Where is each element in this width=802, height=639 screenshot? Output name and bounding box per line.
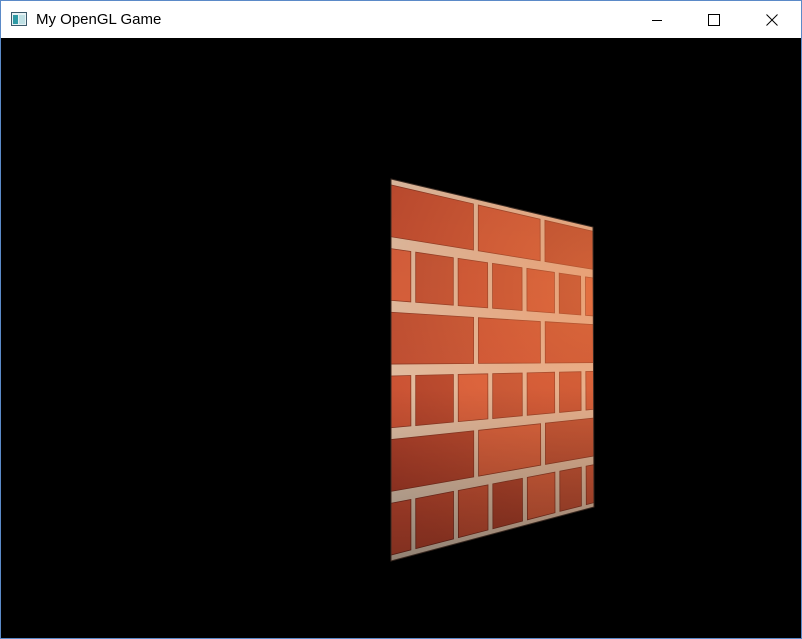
title-bar[interactable]: My OpenGL Game: [1, 1, 801, 38]
maximize-icon: [708, 13, 720, 26]
app-window: My OpenGL Game: [0, 0, 802, 639]
light-falloff: [391, 179, 594, 561]
maximize-button[interactable]: [685, 1, 743, 38]
close-icon: [766, 13, 778, 26]
opengl-viewport[interactable]: [1, 38, 801, 638]
render-scene: [390, 178, 595, 562]
minimize-icon: [652, 19, 662, 21]
minimize-button[interactable]: [628, 1, 686, 38]
close-button[interactable]: [743, 1, 801, 38]
window-title: My OpenGL Game: [36, 11, 162, 28]
brick-wall-quad: [391, 179, 594, 561]
app-icon: [11, 12, 27, 26]
